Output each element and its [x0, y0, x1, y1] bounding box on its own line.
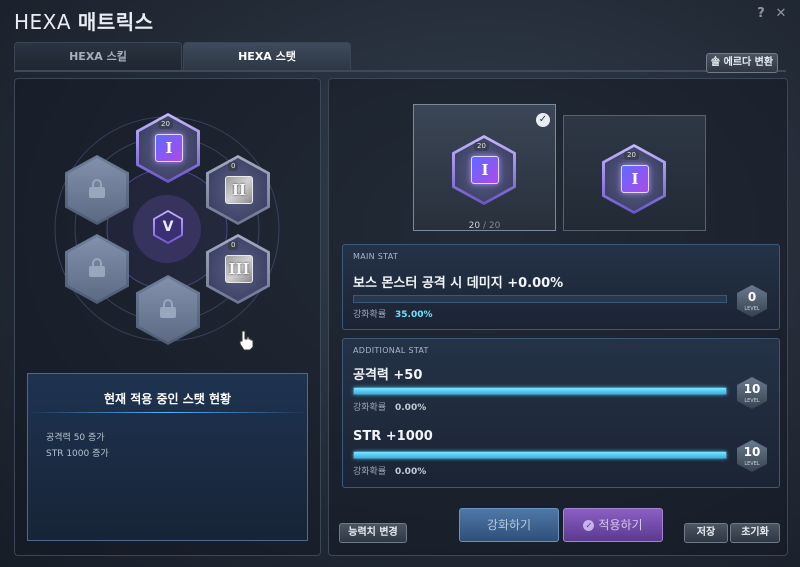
reset-button[interactable]: 초기화 [730, 523, 780, 543]
core-level-badge: 20 [624, 151, 639, 160]
core-progress: 20 / 20 [414, 221, 555, 231]
main-stat-level-badge: 0 LEVEL [737, 285, 767, 317]
additional-stat-rate-value: 0.00% [395, 403, 427, 413]
additional-stat-bar-fill [354, 452, 726, 458]
matrix-panel: 20 I 0 II 0 III V 현재 적용 중인 스탯 현황 공격력 50 … [14, 78, 321, 556]
core-level-badge: 0 [228, 241, 239, 250]
close-icon[interactable]: ✕ [774, 7, 788, 21]
selected-core-card[interactable]: ✓ 20 I 20 / 20 [413, 104, 556, 231]
lock-icon [160, 299, 176, 318]
core-progress-max: 20 [488, 221, 501, 231]
additional-stat-card: ADDITIONAL STAT 공격력 +50 강화확률 0.00% 10 LE… [342, 338, 780, 488]
additional-stat-bar [353, 451, 727, 459]
additional-stat-bar-fill [354, 388, 726, 394]
other-core-hex: 20 I [602, 144, 666, 214]
status-title-underline [28, 412, 307, 413]
selected-core-hex: 20 I [452, 135, 516, 205]
main-stat-card: MAIN STAT 보스 몬스터 공격 시 데미지 +0.00% 강화확률 35… [342, 244, 780, 330]
main-stat-bar [353, 295, 727, 303]
lock-icon [89, 179, 105, 198]
sol-erda-convert-button[interactable]: 솔 에르다 변환 [706, 53, 778, 73]
additional-stat-rate: 강화확률 0.00% [353, 400, 426, 413]
title-main: 매트릭스 [77, 10, 154, 34]
additional-stat-level: 10 [743, 445, 761, 459]
core-level-badge: 20 [158, 120, 173, 129]
center-v-glyph: V [155, 212, 181, 242]
apply-button[interactable]: ✓ 적용하기 [563, 508, 663, 542]
tab-hexa-skill[interactable]: HEXA 스킬 [14, 42, 182, 71]
selected-check-icon: ✓ [536, 113, 550, 127]
lock-icon [89, 258, 105, 277]
additional-stat-rate-value: 0.00% [395, 467, 427, 477]
main-stat-rate: 강화확률 35.00% [353, 307, 433, 320]
other-core-card[interactable]: 20 I [563, 115, 706, 231]
hexa-stat-core-icon: I [471, 156, 499, 184]
additional-stat-level-badge: 10 LEVEL [737, 440, 767, 472]
apply-check-icon: ✓ [583, 520, 595, 531]
hexa-stat-core-1-icon: I [155, 134, 183, 162]
core-progress-separator: / [482, 221, 487, 231]
additional-stat-rate-label: 강화확률 [353, 403, 387, 413]
core-progress-current: 20 [468, 221, 481, 231]
enhance-button[interactable]: 강화하기 [459, 508, 559, 542]
additional-stat-name: STR +1000 [353, 429, 433, 444]
hand-cursor-icon [239, 330, 254, 351]
core-level-badge: 20 [474, 142, 489, 151]
status-line: STR 1000 증가 [46, 449, 109, 459]
main-stat-level-label: LEVEL [744, 306, 760, 312]
additional-stat-level-label: LEVEL [744, 461, 760, 467]
tab-hexa-stat[interactable]: HEXA 스탯 [183, 42, 351, 71]
help-icon[interactable]: ? [754, 7, 768, 21]
main-stat-header: MAIN STAT [353, 252, 399, 261]
status-line: 공격력 50 증가 [46, 433, 105, 443]
change-ability-button[interactable]: 능력치 변경 [339, 523, 407, 543]
window-title: HEXA 매트릭스 [14, 6, 154, 35]
additional-stat-rate-label: 강화확률 [353, 467, 387, 477]
hexa-stat-core-2-icon: II [225, 176, 253, 204]
additional-stat-header: ADDITIONAL STAT [353, 346, 429, 355]
additional-stat-bar [353, 387, 727, 395]
additional-stat-level: 10 [743, 382, 761, 396]
main-stat-level: 0 [747, 290, 757, 304]
additional-stat-name: 공격력 +50 [353, 368, 423, 383]
title-prefix: HEXA [14, 10, 72, 34]
core-level-badge: 0 [228, 162, 239, 171]
additional-stat-rate: 강화확률 0.00% [353, 464, 426, 477]
main-stat-rate-label: 강화확률 [353, 310, 387, 320]
save-button[interactable]: 저장 [684, 523, 728, 543]
hexa-matrix-window: HEXA 매트릭스 ? ✕ HEXA 스킬 HEXA 스탯 솔 에르다 변환 2… [0, 0, 800, 567]
main-stat-rate-value: 35.00% [395, 310, 433, 320]
tab-divider [14, 70, 786, 72]
hexa-stat-core-3-icon: III [225, 255, 253, 283]
current-stat-status-box: 현재 적용 중인 스탯 현황 공격력 50 증가 STR 1000 증가 [27, 373, 308, 541]
apply-label: 적용하기 [598, 518, 643, 532]
hexa-stat-core-icon: I [621, 165, 649, 193]
main-stat-name: 보스 몬스터 공격 시 데미지 +0.00% [353, 276, 564, 291]
status-title: 현재 적용 중인 스탯 현황 [103, 392, 232, 406]
additional-stat-level-label: LEVEL [744, 398, 760, 404]
additional-stat-level-badge: 10 LEVEL [737, 377, 767, 409]
